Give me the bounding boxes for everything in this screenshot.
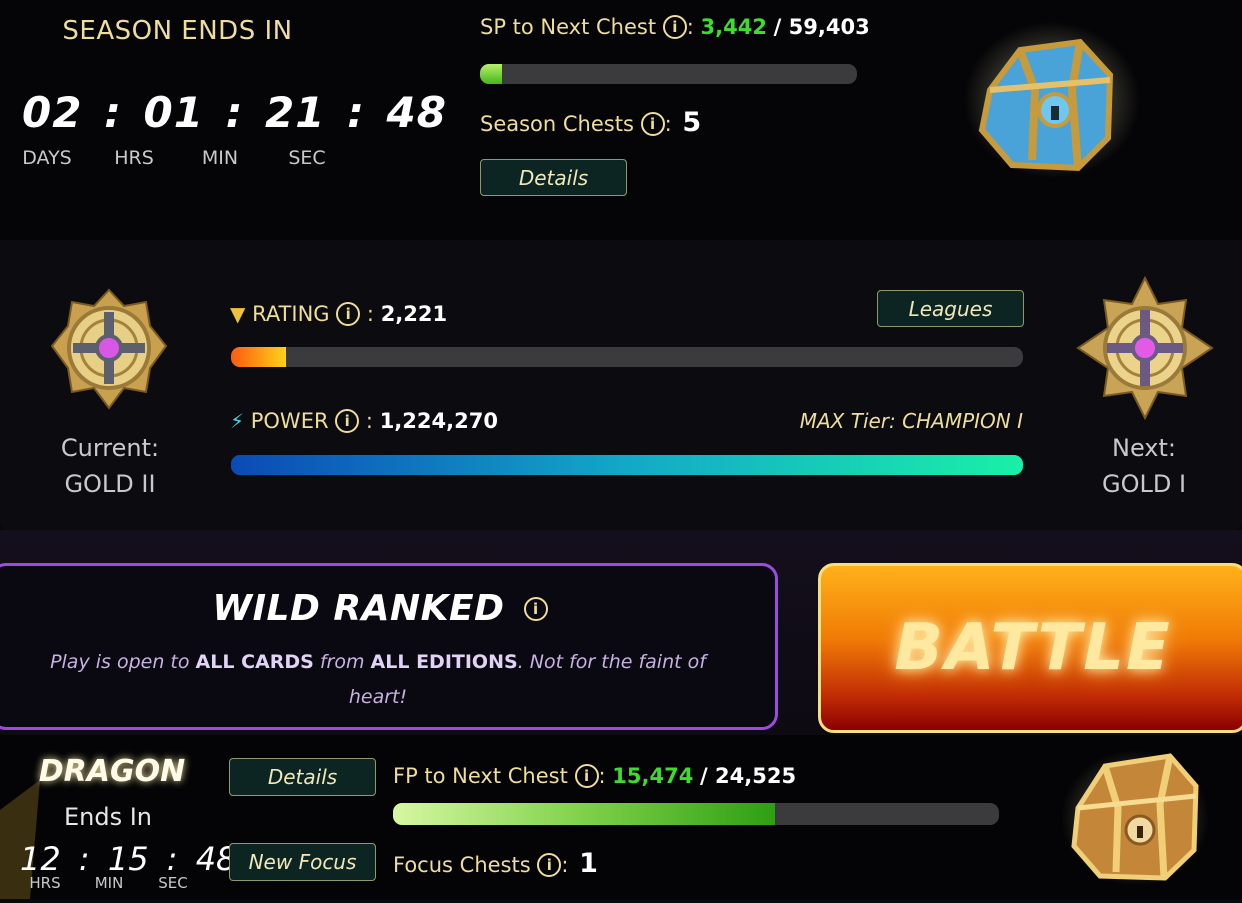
power-progress-bar bbox=[231, 455, 1023, 475]
season-details-button[interactable]: Details bbox=[480, 159, 627, 196]
rating-progress-fill bbox=[231, 347, 287, 367]
focus-chest-icon bbox=[1060, 738, 1210, 888]
next-label: Next: bbox=[1112, 434, 1176, 462]
focus-ends-in: Ends In bbox=[63, 803, 153, 831]
unit-days: DAYS bbox=[22, 147, 72, 169]
season-seconds: 48 bbox=[386, 88, 447, 137]
season-minutes: 21 bbox=[265, 88, 326, 137]
info-icon[interactable]: i bbox=[640, 112, 665, 136]
season-hours: 01 bbox=[143, 88, 204, 137]
season-chests-label: Season Chests bbox=[480, 112, 634, 136]
season-title: SEASON ENDS IN bbox=[62, 16, 293, 46]
rating: ▼ RATING i : 2,221 bbox=[230, 302, 448, 326]
current-league-badge bbox=[50, 286, 168, 412]
fp-current: 15,474 bbox=[612, 764, 694, 788]
season-chest-icon bbox=[960, 20, 1140, 180]
focus-hours: 12 bbox=[20, 840, 61, 878]
unit-seconds: SEC bbox=[288, 147, 326, 169]
power-label: POWER bbox=[250, 409, 329, 433]
max-tier: MAX Tier: CHAMPION I bbox=[799, 409, 1023, 433]
leagues-button[interactable]: Leagues bbox=[877, 290, 1024, 327]
focus-unit-seconds: SEC bbox=[158, 874, 188, 892]
rating-value: 2,221 bbox=[380, 302, 448, 326]
focus-chests-value: 1 bbox=[579, 848, 598, 879]
season-chests: Season Chests i: 5 bbox=[480, 107, 702, 138]
season-chests-value: 5 bbox=[682, 107, 702, 138]
lightning-icon: ⚡ bbox=[230, 409, 245, 433]
sp-progress-bar bbox=[480, 64, 857, 84]
desc-from: from bbox=[319, 651, 365, 673]
focus-chests-label: Focus Chests bbox=[393, 853, 531, 877]
fp-total: 24,525 bbox=[715, 764, 797, 788]
rating-progress-bar bbox=[231, 347, 1023, 367]
info-icon[interactable]: i bbox=[523, 597, 548, 621]
battle-label: BATTLE bbox=[894, 611, 1172, 685]
season-countdown: 02 : 01 : 21 : 48 bbox=[22, 88, 447, 137]
sp-to-next-chest: SP to Next Chest i: 3,442 / 59,403 bbox=[480, 15, 870, 39]
next-league-badge bbox=[1074, 275, 1216, 421]
info-icon[interactable]: i bbox=[335, 409, 360, 433]
focus-minutes: 15 bbox=[107, 840, 149, 878]
unit-hours: HRS bbox=[114, 147, 154, 169]
desc-prefix: Play is open to bbox=[50, 651, 190, 673]
rating-label: RATING bbox=[252, 302, 330, 326]
info-icon[interactable]: i bbox=[537, 853, 562, 877]
focus-countdown: 12 : 15 : 48 bbox=[20, 840, 237, 878]
battle-button[interactable]: BATTLE bbox=[818, 563, 1242, 733]
power-value: 1,224,270 bbox=[379, 409, 498, 433]
unit-minutes: MIN bbox=[201, 147, 239, 169]
current-label: Current: bbox=[60, 434, 160, 462]
focus-chests: Focus Chests i: 1 bbox=[393, 848, 598, 879]
power-progress-fill bbox=[231, 455, 1023, 475]
info-icon[interactable]: i bbox=[574, 764, 599, 788]
current-league: GOLD II bbox=[64, 470, 156, 498]
league-panel bbox=[0, 240, 1242, 530]
rating-icon: ▼ bbox=[230, 302, 246, 326]
desc-cards: ALL CARDS bbox=[195, 651, 314, 673]
focus-unit-minutes: MIN bbox=[94, 874, 124, 892]
focus-unit-hours: HRS bbox=[29, 874, 61, 892]
fp-label: FP to Next Chest bbox=[393, 764, 568, 788]
fp-progress-fill bbox=[393, 803, 776, 825]
new-focus-button[interactable]: New Focus bbox=[229, 843, 376, 881]
mode-title-row: WILD RANKED i bbox=[0, 588, 760, 629]
next-league: GOLD I bbox=[1101, 470, 1187, 498]
sp-current: 3,442 bbox=[700, 15, 767, 39]
sp-progress-fill bbox=[480, 64, 502, 84]
info-icon[interactable]: i bbox=[662, 15, 687, 39]
mode-title: WILD RANKED bbox=[212, 588, 505, 629]
info-icon[interactable]: i bbox=[336, 302, 361, 326]
desc-editions: ALL EDITIONS bbox=[370, 651, 518, 673]
focus-details-button[interactable]: Details bbox=[229, 758, 376, 796]
sp-total: 59,403 bbox=[788, 15, 870, 39]
power: ⚡ POWER i : 1,224,270 bbox=[230, 409, 498, 433]
season-days: 02 bbox=[22, 88, 83, 137]
fp-progress-bar bbox=[393, 803, 999, 825]
focus-element: DRAGON bbox=[38, 754, 186, 789]
fp-to-next-chest: FP to Next Chest i: 15,474 / 24,525 bbox=[393, 764, 797, 788]
sp-label: SP to Next Chest bbox=[480, 15, 657, 39]
mode-description: Play is open to ALL CARDS from ALL EDITI… bbox=[20, 645, 736, 715]
